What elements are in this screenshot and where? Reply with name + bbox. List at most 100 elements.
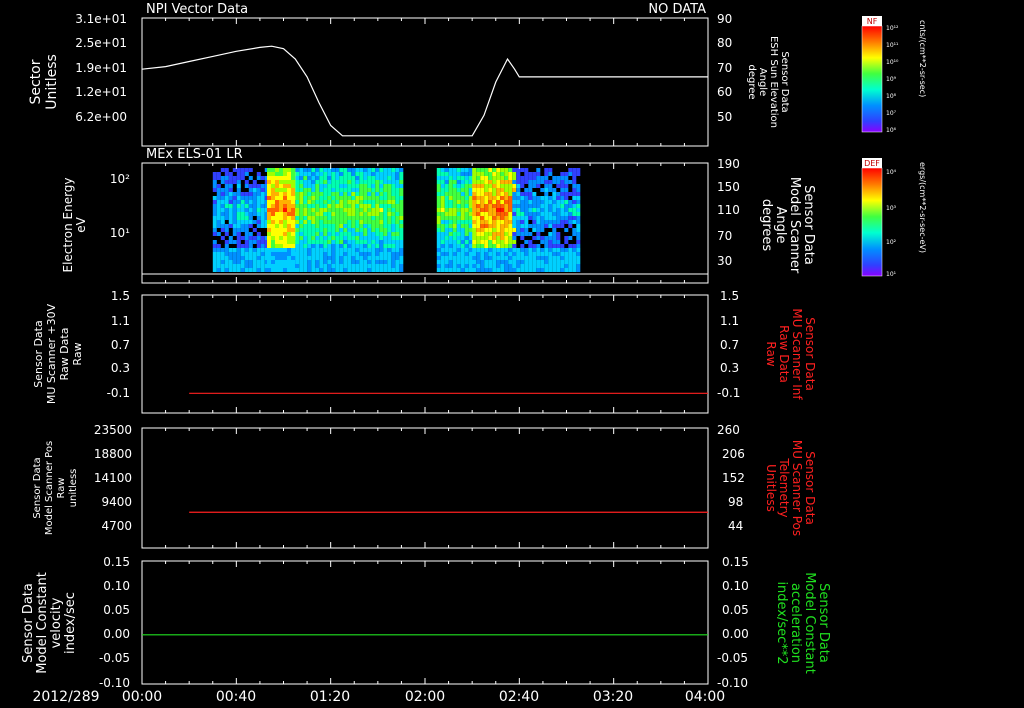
spectrogram-cell [448,264,453,268]
spectrogram-cell [448,240,453,244]
spectrogram-cell [492,232,497,236]
spectrogram-cell [440,240,445,244]
spectrogram-cell [536,256,541,260]
spectrogram-cell [319,188,324,192]
spectrogram-cell [516,200,521,204]
spectrogram-cell [456,172,461,176]
spectrogram-cell [456,204,461,208]
spectrogram-cell [548,232,553,236]
spectrogram-cell [560,252,565,256]
p4-right-tick: 44 [728,519,743,533]
spectrogram-cell [327,192,332,196]
spectrogram-cell [311,268,316,272]
spectrogram-cell [540,264,545,268]
spectrogram-cell [216,256,221,260]
spectrogram-cell [244,268,249,272]
spectrogram-cell [520,196,525,200]
spectrogram-cell [383,172,388,176]
spectrogram-cell [516,260,521,264]
spectrogram-cell [391,228,396,232]
spectrogram-cell [568,192,573,196]
spectrogram-cell [448,192,453,196]
spectrogram-cell [576,204,581,208]
spectrogram-cell [283,188,287,192]
spectrogram-cell [391,264,396,268]
spectrogram-cell [283,260,287,264]
spectrogram-cell [375,256,380,260]
spectrogram-cell [556,192,561,196]
spectrogram-cell [252,212,257,216]
spectrogram-cell [375,184,380,188]
spectrogram-cell [291,224,295,228]
spectrogram-cell [391,168,396,172]
spectrogram-cell [224,176,229,180]
spectrogram-cell [339,264,344,268]
spectrogram-cell [291,208,295,212]
spectrogram-cell [508,188,513,192]
spectrogram-cell [244,208,249,212]
spectrogram-cell [343,204,348,208]
colorbar-nf-label: NF [867,17,878,26]
spectrogram-cell [327,232,332,236]
spectrogram-cell [291,236,295,240]
spectrogram-cell [248,232,253,236]
spectrogram-cell [468,184,473,188]
spectrogram-cell [383,192,388,196]
p3-left-ylabel: MU Scanner +30V [45,303,58,404]
spectrogram-cell [488,176,493,180]
spectrogram-cell [564,264,569,268]
spectrogram-cell [460,232,465,236]
spectrogram-cell [496,168,501,172]
p1-left-tick: 1.2e+01 [75,85,127,99]
spectrogram-cell [395,228,400,232]
spectrogram-cell [464,176,469,180]
spectrogram-cell [343,184,348,188]
spectrogram-cell [240,204,245,208]
p3-right-ylabel: Sensor Data [803,317,817,391]
spectrogram-cell [343,248,348,252]
spectrogram-cell [216,208,221,212]
spectrogram-cell [520,208,525,212]
spectrogram-cell [287,224,291,228]
spectrogram-cell [399,268,404,272]
spectrogram-cell [212,244,217,248]
spectrogram-cell [464,256,469,260]
spectrogram-cell [504,228,509,232]
spectrogram-cell [220,228,225,232]
p4-right-ylabel: MU Scanner Pos [790,440,804,536]
spectrogram-cell [528,204,533,208]
spectrogram-cell [508,212,513,216]
spectrogram-cell [363,240,368,244]
spectrogram-cell [275,240,279,244]
spectrogram-cell [271,192,275,196]
spectrogram-cell [224,264,229,268]
p4-left-tick: 23500 [94,423,132,437]
spectrogram-cell [363,176,368,180]
spectrogram-cell [456,180,461,184]
spectrogram-cell [556,220,561,224]
spectrogram-cell [540,268,545,272]
spectrogram-cell [512,220,517,224]
spectrogram-cell [275,208,279,212]
p3-left-tick: 0.7 [111,338,130,352]
spectrogram-cell [500,220,505,224]
spectrogram-cell [307,260,312,264]
spectrogram-cell [548,240,553,244]
p4-right-tick: 260 [717,423,740,437]
spectrogram-cell [220,180,225,184]
spectrogram-cell [240,244,245,248]
spectrogram-cell [248,216,253,220]
spectrogram-cell [399,260,404,264]
spectrogram-cell [371,188,376,192]
spectrogram-cell [315,204,320,208]
spectrogram-cell [480,184,485,188]
spectrogram-cell [399,240,404,244]
spectrogram-cell [504,256,509,260]
spectrogram-cell [359,264,364,268]
spectrogram-cell [444,188,449,192]
spectrogram-cell [568,260,573,264]
spectrogram-cell [279,220,283,224]
spectrogram-cell [236,256,241,260]
spectrogram-cell [315,260,320,264]
spectrogram-cell [327,228,332,232]
